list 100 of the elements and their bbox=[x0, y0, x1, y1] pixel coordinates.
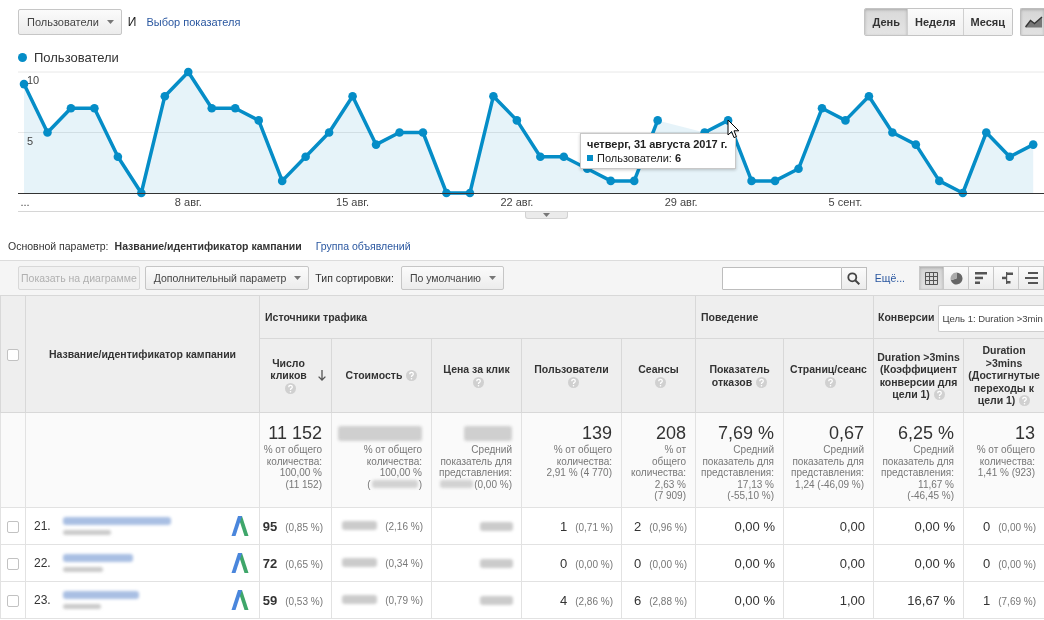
help-icon bbox=[285, 382, 296, 394]
blurred-text bbox=[63, 604, 101, 609]
view-button[interactable] bbox=[969, 266, 994, 290]
cell-share: (0,53 %) bbox=[285, 595, 323, 607]
metric-link[interactable]: Выбор показателя bbox=[146, 16, 241, 28]
logo-icon bbox=[231, 590, 249, 610]
cell-value: 59 bbox=[262, 592, 278, 608]
data-point bbox=[981, 128, 991, 137]
dimension-label: Основной параметр: bbox=[8, 240, 109, 252]
blurred-text bbox=[342, 594, 378, 604]
dimension-link[interactable]: Группа объявлений bbox=[315, 240, 411, 252]
blurred-text bbox=[480, 521, 513, 531]
data-point bbox=[230, 104, 240, 113]
goal-select[interactable]: Цель 1: Duration >3min bbox=[937, 304, 1044, 332]
cell-share: (0,00 %) bbox=[998, 521, 1036, 533]
data-point bbox=[935, 176, 944, 186]
pie-chart-icon bbox=[949, 271, 963, 285]
data-point bbox=[160, 91, 170, 101]
total-value: 13 bbox=[1014, 422, 1035, 444]
help-icon bbox=[933, 389, 945, 400]
column-header[interactable]: Стоимость bbox=[345, 369, 418, 382]
axis-label: 15 авг. bbox=[336, 196, 370, 208]
period-tab[interactable]: Неделя bbox=[907, 9, 963, 35]
view-button[interactable] bbox=[944, 266, 969, 290]
row-checkbox[interactable] bbox=[7, 520, 19, 533]
blurred-text bbox=[63, 530, 111, 535]
more-link[interactable]: Ещё... bbox=[874, 272, 905, 284]
chart-type-button[interactable] bbox=[1020, 8, 1044, 36]
total-note: ( bbox=[367, 478, 371, 490]
cell-share: (0,71 %) bbox=[575, 521, 613, 533]
row-number: 22. bbox=[34, 556, 52, 570]
tooltip-text: Пользователи: 6 bbox=[597, 152, 682, 164]
help-icon bbox=[1019, 395, 1031, 407]
data-point bbox=[794, 164, 803, 174]
cell-value: 1,00 bbox=[839, 592, 865, 608]
cell-value: 4 bbox=[559, 592, 568, 608]
data-point bbox=[629, 176, 639, 186]
axis-label: 22 авг. bbox=[500, 196, 534, 208]
total-note: % от общего количества: 2,63 % (7 909) bbox=[631, 444, 686, 502]
axis-label: 29 авг. bbox=[664, 196, 698, 208]
line-chart-icon bbox=[1025, 16, 1043, 28]
data-point bbox=[1028, 140, 1038, 149]
data-point bbox=[1005, 152, 1015, 161]
cell-share: (0,00 %) bbox=[575, 558, 613, 570]
cell-share: (0,65 %) bbox=[285, 558, 323, 570]
cell-share: (2,88 %) bbox=[649, 595, 687, 607]
total-value: 139 bbox=[580, 422, 612, 444]
row-number: 21. bbox=[34, 519, 52, 533]
blurred-text bbox=[371, 480, 418, 489]
data-point bbox=[348, 91, 357, 101]
list-icon bbox=[1024, 272, 1038, 284]
secondary-dimension-dropdown[interactable]: Дополнительный параметр bbox=[144, 266, 310, 290]
search-field[interactable] bbox=[721, 266, 842, 290]
conjunction-label: И bbox=[127, 15, 137, 29]
blurred-text bbox=[63, 554, 133, 562]
cell-value: 0,00 % bbox=[734, 555, 775, 571]
total-note: ) bbox=[418, 478, 422, 490]
total-note: Средний показатель для представления: bbox=[438, 444, 512, 479]
axis-label: 8 авг. bbox=[174, 196, 202, 208]
view-button[interactable] bbox=[994, 266, 1019, 290]
sort-type-dropdown[interactable]: По умолчанию bbox=[400, 266, 504, 290]
total-note: % от общего количества: 100,00 % bbox=[362, 444, 422, 479]
help-icon bbox=[406, 370, 418, 382]
data-point bbox=[512, 116, 522, 125]
total-note: Средний показатель для представления: 11,67 % (-46,45 %) bbox=[880, 444, 954, 502]
search-button[interactable] bbox=[841, 266, 867, 290]
cell-value: 0,00 bbox=[839, 555, 865, 571]
view-button[interactable] bbox=[1019, 266, 1044, 290]
column-header[interactable]: Название/идентификатор кампании bbox=[48, 348, 237, 360]
blurred-text bbox=[464, 425, 512, 441]
total-note: % от общего количества: 1,41 % (923) bbox=[975, 444, 1035, 479]
row-checkbox[interactable] bbox=[7, 594, 19, 607]
help-icon bbox=[756, 376, 768, 388]
period-tab[interactable]: Месяц bbox=[962, 9, 1012, 35]
cell-value: 6 bbox=[633, 592, 642, 608]
view-button[interactable] bbox=[919, 266, 944, 290]
cell-value: 0 bbox=[559, 555, 568, 571]
data-point bbox=[395, 128, 404, 137]
collapse-handle[interactable] bbox=[525, 212, 568, 219]
caret-down-icon bbox=[294, 276, 302, 280]
data-point bbox=[43, 128, 52, 137]
total-value: 6,25 % bbox=[896, 422, 954, 444]
cell-value: 0,00 % bbox=[914, 555, 955, 571]
data-point bbox=[137, 188, 146, 198]
data-point bbox=[465, 188, 475, 198]
data-point bbox=[113, 152, 123, 161]
total-value: 0,67 bbox=[827, 422, 864, 444]
period-tab[interactable]: День bbox=[865, 9, 907, 35]
cell-value: 0,00 % bbox=[914, 518, 955, 534]
data-point bbox=[841, 116, 850, 125]
row-checkbox[interactable] bbox=[7, 557, 19, 570]
metric-dropdown[interactable]: Пользователи bbox=[18, 9, 122, 35]
help-icon bbox=[825, 376, 836, 388]
column-group-header: Источники трафика bbox=[265, 311, 368, 323]
data-point bbox=[559, 152, 569, 161]
cell-share: (7,69 %) bbox=[998, 595, 1036, 607]
data-point bbox=[301, 152, 310, 161]
select-all-checkbox[interactable] bbox=[7, 348, 19, 361]
total-value: 208 bbox=[654, 422, 686, 444]
cell-share: (0,00 %) bbox=[998, 558, 1036, 570]
